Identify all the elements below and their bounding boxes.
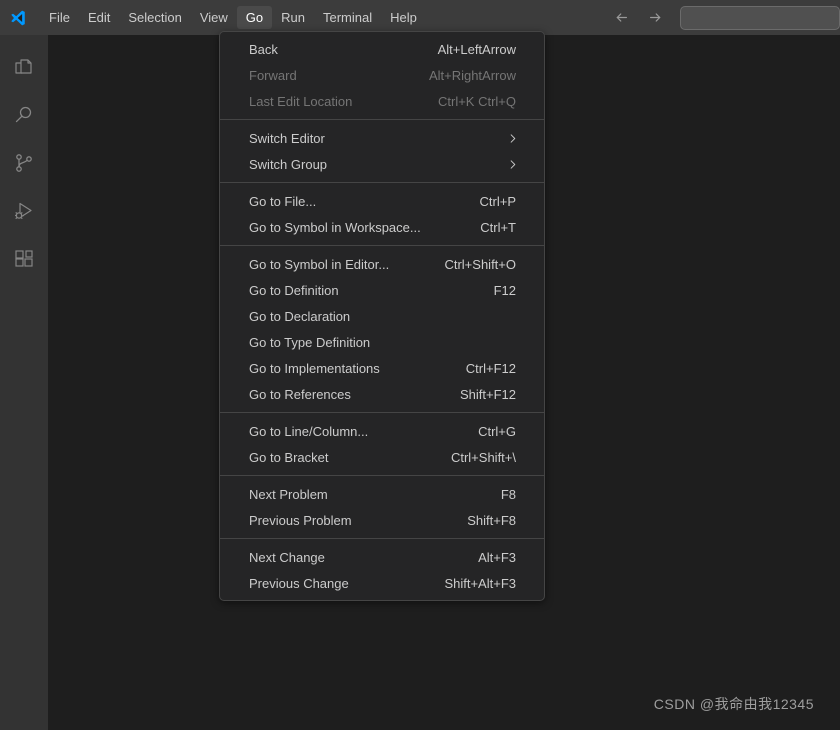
menubar-item-selection[interactable]: Selection <box>119 6 190 29</box>
menu-item[interactable]: Switch Group <box>220 151 544 177</box>
menu-item-shortcut: Ctrl+T <box>480 219 516 235</box>
menu-item-shortcut: Alt+F3 <box>478 549 516 565</box>
menu-item[interactable]: Go to Declaration <box>220 303 544 329</box>
menu-item-label: Go to References <box>249 386 351 402</box>
menu-item[interactable]: Next Change Alt+F3 <box>220 544 544 570</box>
menu-separator <box>220 475 544 476</box>
watermark-text: CSDN @我命由我12345 <box>653 696 814 712</box>
menu-separator <box>220 182 544 183</box>
menu-item[interactable]: Go to Implementations Ctrl+F12 <box>220 355 544 381</box>
menu-item-label: Back <box>249 41 278 57</box>
menu-item-label: Switch Group <box>249 156 328 172</box>
menu-item-label: Previous Problem <box>249 512 352 528</box>
extensions-blocks-icon[interactable] <box>0 235 48 283</box>
menu-item-shortcut: Ctrl+G <box>478 423 516 439</box>
vscode-logo-icon <box>0 0 35 35</box>
menu-bar: File Edit Selection View Go Run Terminal… <box>40 0 426 35</box>
title-bar-controls <box>604 0 840 35</box>
menubar-item-view[interactable]: View <box>191 6 237 29</box>
menu-item-shortcut: Shift+Alt+F3 <box>444 575 516 591</box>
menu-item: Last Edit Location Ctrl+K Ctrl+Q <box>220 88 544 114</box>
arrow-right-icon[interactable] <box>642 5 668 31</box>
menu-item-shortcut: F8 <box>500 486 516 502</box>
menubar-item-go[interactable]: Go <box>236 6 273 29</box>
menu-item[interactable]: Go to Line/Column... Ctrl+G <box>220 418 544 444</box>
menu-item-label: Go to Line/Column... <box>249 423 369 439</box>
menu-item-label: Go to File... <box>249 193 317 209</box>
menu-item[interactable]: Go to Symbol in Workspace... Ctrl+T <box>220 214 544 240</box>
menu-item-label: Next Change <box>249 549 325 565</box>
chevron-right-icon <box>507 159 534 170</box>
menu-separator <box>220 412 544 413</box>
menu-item[interactable]: Previous Problem Shift+F8 <box>220 507 544 533</box>
menu-item-shortcut: Shift+F12 <box>459 386 516 402</box>
menu-item-shortcut: Ctrl+Shift+O <box>444 256 516 272</box>
command-search-input[interactable] <box>680 5 840 30</box>
menu-item[interactable]: Go to Symbol in Editor... Ctrl+Shift+O <box>220 251 544 277</box>
search-icon[interactable] <box>0 91 48 139</box>
menu-item[interactable]: Go to Type Definition <box>220 329 544 355</box>
menu-item-label: Last Edit Location <box>249 93 353 109</box>
menu-item-shortcut: Shift+F8 <box>467 512 516 528</box>
menu-item[interactable]: Go to Definition F12 <box>220 277 544 303</box>
arrow-left-icon[interactable] <box>608 5 634 31</box>
menu-item[interactable]: Go to Bracket Ctrl+Shift+\ <box>220 444 544 470</box>
menu-item-label: Go to Implementations <box>249 360 380 376</box>
chevron-right-icon <box>507 133 534 144</box>
menu-item: Forward Alt+RightArrow <box>220 62 544 88</box>
menu-item-label: Go to Type Definition <box>249 334 371 350</box>
menu-item-label: Next Problem <box>249 486 328 502</box>
menu-item[interactable]: Go to References Shift+F12 <box>220 381 544 407</box>
menubar-item-run[interactable]: Run <box>272 6 314 29</box>
vscode-window: File Edit Selection View Go Run Terminal… <box>0 0 840 730</box>
title-bar: File Edit Selection View Go Run Terminal… <box>0 0 840 35</box>
menubar-item-file[interactable]: File <box>40 6 79 29</box>
activity-bar <box>0 35 48 730</box>
menu-item[interactable]: Next Problem F8 <box>220 481 544 507</box>
source-control-branch-icon[interactable] <box>0 139 48 187</box>
menu-item-shortcut: Ctrl+F12 <box>465 360 516 376</box>
menu-item[interactable]: Switch Editor <box>220 125 544 151</box>
menu-item-shortcut: Alt+LeftArrow <box>437 41 516 57</box>
menu-item-shortcut: Ctrl+P <box>479 193 516 209</box>
menu-separator <box>220 538 544 539</box>
menubar-item-help[interactable]: Help <box>381 6 426 29</box>
menu-item-label: Forward <box>249 67 297 83</box>
menu-item-shortcut: Alt+RightArrow <box>428 67 516 83</box>
menu-separator <box>220 245 544 246</box>
menu-item-label: Go to Symbol in Workspace... <box>249 219 421 235</box>
menu-item-shortcut: Ctrl+Shift+\ <box>450 449 516 465</box>
menu-item-label: Go to Definition <box>249 282 339 298</box>
menu-item[interactable]: Back Alt+LeftArrow <box>220 36 544 62</box>
menu-item-label: Go to Bracket <box>249 449 329 465</box>
menubar-item-terminal[interactable]: Terminal <box>314 6 381 29</box>
menu-item-label: Switch Editor <box>249 130 325 146</box>
menu-separator <box>220 119 544 120</box>
menu-item-label: Go to Declaration <box>249 308 351 324</box>
menu-item-label: Go to Symbol in Editor... <box>249 256 390 272</box>
explorer-files-icon[interactable] <box>0 43 48 91</box>
menu-item[interactable]: Go to File... Ctrl+P <box>220 188 544 214</box>
menu-item-shortcut: F12 <box>493 282 516 298</box>
run-and-debug-icon[interactable] <box>0 187 48 235</box>
menu-item-shortcut: Ctrl+K Ctrl+Q <box>437 93 516 109</box>
go-dropdown-menu: Back Alt+LeftArrow Forward Alt+RightArrow La… <box>219 31 545 601</box>
menu-item-label: Previous Change <box>249 575 349 591</box>
menu-item[interactable]: Previous Change Shift+Alt+F3 <box>220 570 544 596</box>
menubar-item-edit[interactable]: Edit <box>79 6 119 29</box>
